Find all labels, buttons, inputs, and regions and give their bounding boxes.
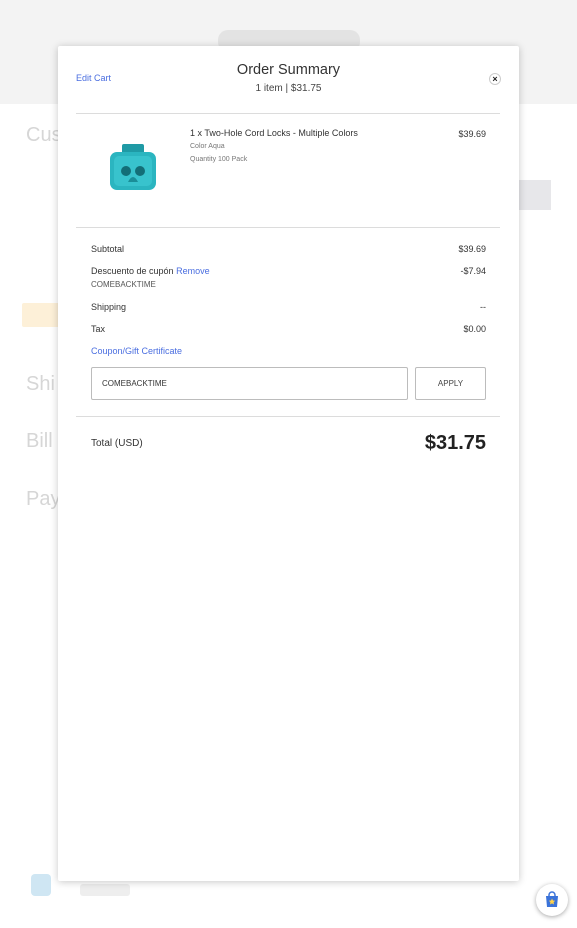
item-price: $39.69: [458, 129, 486, 139]
background-cart-icon: [31, 874, 51, 896]
discount-row: Descuento de cupón Remove: [91, 266, 210, 276]
header-divider: [76, 113, 500, 114]
close-icon[interactable]: ×: [489, 73, 501, 85]
background-footer-label: [80, 884, 130, 896]
modal-subtitle: 1 item | $31.75: [255, 83, 322, 94]
total-value: $31.75: [424, 432, 486, 454]
tax-value: $0.00: [463, 324, 486, 334]
background-payment-heading: Pay: [26, 488, 61, 510]
shopping-bag-icon: [546, 891, 558, 907]
shipping-value: --: [480, 302, 486, 312]
background-field: [518, 180, 551, 210]
modal-title: Order Summary: [236, 62, 341, 78]
item-option-color: Color Aqua: [190, 143, 225, 150]
coupon-input[interactable]: [91, 367, 408, 400]
item-option-quantity: Quantity 100 Pack: [190, 156, 248, 163]
discount-value: -$7.94: [460, 266, 486, 276]
background-customer-heading: Cus: [26, 124, 62, 146]
apply-coupon-button[interactable]: APPLY: [415, 367, 486, 400]
background-billing-heading: Bill: [26, 430, 53, 452]
subtotal-label: Subtotal: [91, 244, 125, 254]
background-shipping-heading: Shi: [26, 373, 55, 395]
tax-label: Tax: [91, 324, 106, 334]
applied-coupon-code: COMEBACKTIME: [91, 280, 156, 289]
product-image: [106, 142, 160, 198]
shipping-label: Shipping: [91, 302, 127, 312]
remove-coupon-link[interactable]: Remove: [176, 266, 210, 276]
modal-header: Edit Cart Order Summary 1 item | $31.75 …: [58, 46, 519, 114]
subtotal-value: $39.69: [458, 244, 486, 254]
order-summary-modal: Edit Cart Order Summary 1 item | $31.75 …: [58, 46, 519, 881]
item-name: 1 x Two-Hole Cord Locks - Multiple Color…: [190, 128, 358, 138]
coupon-gift-certificate-link[interactable]: Coupon/Gift Certificate: [91, 346, 182, 356]
totals-divider: [76, 416, 500, 417]
discount-label: Descuento de cupón: [91, 266, 174, 276]
help-widget-button[interactable]: [536, 884, 568, 916]
items-divider: [76, 227, 500, 228]
total-label: Total (USD): [91, 438, 143, 449]
